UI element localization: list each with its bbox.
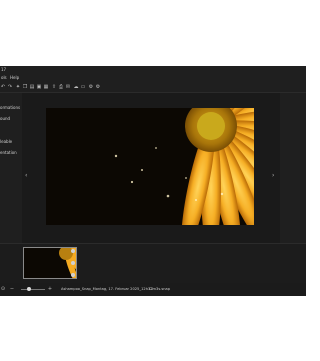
text-icon[interactable]: ▦ — [43, 84, 49, 90]
thumbnail-item[interactable] — [23, 247, 77, 279]
sidebar-item-orientation[interactable]: entation — [0, 150, 17, 155]
settings-icon[interactable]: ⚙ — [88, 84, 94, 90]
zoom-out-icon[interactable]: − — [9, 286, 15, 292]
picture-icon[interactable]: ▣ — [36, 84, 42, 90]
clipboard-icon[interactable]: ▤ — [29, 84, 35, 90]
copy-icon[interactable]: ❐ — [22, 84, 28, 90]
title-bar: 17 — [0, 66, 306, 74]
email-icon[interactable]: ✉ — [65, 84, 71, 90]
menu-item-tools[interactable]: ols — [1, 74, 7, 82]
zoom-slider[interactable] — [21, 289, 45, 290]
thumbnail-close-icon[interactable] — [71, 249, 75, 253]
flower-image — [46, 108, 254, 225]
filmstrip — [0, 243, 306, 283]
zoom-fit-icon[interactable]: ⊙ — [0, 286, 6, 292]
sidebar-item-transformations[interactable]: ormations — [0, 105, 20, 110]
effects-icon[interactable]: ✦ — [15, 84, 21, 90]
thumbnail-info-icon[interactable] — [71, 261, 75, 265]
thumbnail-image — [24, 248, 76, 278]
upload-icon[interactable]: ☁ — [73, 84, 79, 90]
folder-icon[interactable]: ▭ — [80, 84, 86, 90]
next-image-arrow-icon[interactable]: › — [272, 173, 274, 179]
sidebar-item-background[interactable]: ound — [0, 116, 10, 121]
redo-icon[interactable]: ↷ — [7, 84, 13, 90]
undo-icon[interactable]: ↶ — [0, 84, 6, 90]
main-image — [46, 108, 254, 225]
app-window: 17 ols Help ↶ ↷ ✦ ❐ ▤ ▣ ▦ ⇪ ⎙ ✉ ☁ ▭ ⚙ ⚙ … — [0, 66, 306, 296]
sidebar-item-scaleable[interactable]: leable — [0, 139, 12, 144]
zoom-in-icon[interactable]: + — [47, 286, 53, 292]
status-bar: ⊙ − + Ashampoo_Snap_Montag, 17. Februar … — [0, 283, 306, 296]
toolbar: ↶ ↷ ✦ ❐ ▤ ▣ ▦ ⇪ ⎙ ✉ ☁ ▭ ⚙ ⚙ — [0, 82, 306, 93]
thumbnail-share-icon[interactable] — [71, 273, 75, 277]
previous-image-arrow-icon[interactable]: ‹ — [25, 173, 27, 179]
gear-icon[interactable]: ⚙ — [95, 84, 101, 90]
zoom-slider-handle[interactable] — [27, 287, 31, 291]
export-icon[interactable]: ⇪ — [51, 84, 57, 90]
menu-item-help[interactable]: Help — [10, 74, 19, 82]
folder-icon[interactable]: ▭ — [148, 286, 154, 292]
print-icon[interactable]: ⎙ — [58, 84, 64, 90]
menu-bar: ols Help — [0, 74, 306, 82]
window-title: 17 — [1, 67, 7, 72]
